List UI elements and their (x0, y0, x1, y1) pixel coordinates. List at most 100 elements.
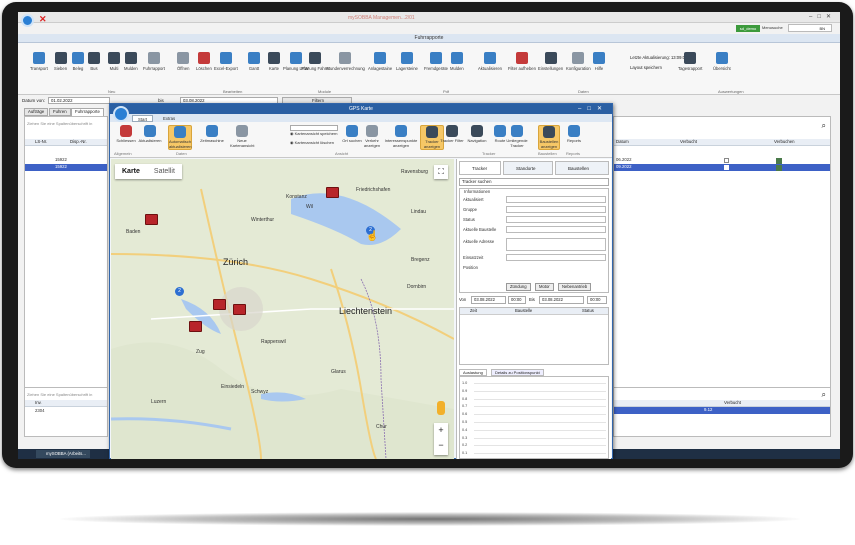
tracker-marker[interactable] (326, 187, 339, 198)
gps-ribbon-button-15[interactable]: Baustellen anzeigen (538, 125, 560, 151)
info-field-input[interactable] (506, 196, 606, 203)
info-field-input[interactable] (506, 226, 606, 233)
tab-extras[interactable]: Extras (158, 115, 180, 122)
col-datum[interactable]: Datum (616, 139, 629, 145)
ribbon-button-17[interactable]: Fremdgeräte (424, 52, 448, 71)
gps-ribbon-button-11[interactable]: Tracker Filter (440, 125, 464, 144)
col-inv[interactable]: Inv. (35, 400, 42, 406)
ribbon-button-6[interactable]: Fuhrrapport (143, 52, 165, 71)
gps-ribbon-button-16[interactable]: Reports (562, 125, 586, 144)
zoom-control[interactable]: + − (434, 423, 448, 455)
tracker-marker[interactable] (189, 321, 202, 332)
layout-save-link[interactable]: Layout speichern (630, 65, 662, 70)
col-disp-nr[interactable]: Disp.-Nr. (70, 139, 87, 145)
gps-logo-icon[interactable] (113, 106, 129, 122)
map-type-satellit[interactable]: Satellit (147, 164, 182, 179)
ribbon-button-19[interactable]: Aktualisieren (478, 52, 502, 71)
tab-auftraege[interactable]: Aufträge (24, 108, 49, 116)
ribbon-button-4[interactable]: Multi (108, 52, 120, 71)
search-icon[interactable]: ⌕ (822, 121, 826, 131)
col-verbucht[interactable]: Verbucht (724, 400, 741, 406)
gps-ribbon-button-9[interactable]: Interessenspunkte anzeigen (384, 125, 418, 148)
col-verbucht[interactable]: Verbucht (680, 139, 697, 145)
tracker-cluster[interactable]: 2 (175, 287, 184, 296)
ribbon-button-7[interactable]: Öffnen (177, 52, 190, 71)
ribbon-button-20[interactable]: Filter aufheben (508, 52, 536, 71)
motor-button[interactable]: Motor (535, 283, 554, 291)
map-view[interactable]: Karte Satellit ⛶ + − Zürich Liechtenstein W… (111, 159, 454, 459)
tracker-marker[interactable] (145, 214, 158, 225)
tab-fuhrrapporte[interactable]: Fuhrrapporte (71, 108, 104, 116)
tab-start[interactable]: Start (132, 115, 154, 122)
map-type-toggle[interactable]: Karte Satellit (115, 164, 182, 179)
tab-tracker[interactable]: Tracker (459, 161, 501, 175)
ribbon-button-1[interactable]: Sieben (54, 52, 67, 71)
tab-fuhren[interactable]: Fuhren (49, 108, 71, 116)
table-row-selected[interactable]: 9.12 (614, 407, 830, 414)
gps-ribbon-button-1[interactable]: Aktualisieren (138, 125, 162, 144)
ribbon-button-21[interactable]: Einstellungen (538, 52, 563, 71)
zoom-in-icon[interactable]: + (434, 423, 448, 438)
info-field-input[interactable] (506, 206, 606, 213)
table-row[interactable]: 06.2022 (614, 157, 830, 164)
bis-time-input[interactable]: 00:00 (587, 296, 607, 304)
von-date-input[interactable]: 03.08.2022 (471, 296, 506, 304)
taskbar-app-item[interactable]: mySOBBA (Arbeits... (36, 450, 90, 458)
ribbon-button-16[interactable]: Lagersteine (396, 52, 418, 71)
tab-positionspunkt[interactable]: Details zu Positionspunkt (491, 369, 544, 376)
ribbon-button-2[interactable]: Beleg (72, 52, 84, 71)
window-controls[interactable]: –□✕ (809, 13, 836, 20)
ribbon-button-22[interactable]: Konfiguration (566, 52, 591, 71)
search-icon[interactable]: ⌕ (822, 390, 826, 400)
app-logo-icon[interactable] (21, 14, 34, 27)
date-from-input[interactable]: 01.02.2022 (48, 97, 110, 104)
tracker-marker[interactable] (213, 299, 226, 310)
verbucht-checkbox[interactable] (724, 158, 729, 163)
pegman-icon[interactable] (437, 401, 445, 415)
tracker-marker[interactable] (233, 304, 246, 315)
info-field-input[interactable] (506, 216, 606, 223)
table-row-selected[interactable]: 09.2022 (614, 164, 830, 171)
ribbon-button-25[interactable]: Übersicht (713, 52, 731, 71)
gps-ribbon-button-5[interactable]: ◉ Kartenansicht speichern (290, 131, 338, 137)
fullscreen-icon[interactable]: ⛶ (434, 165, 448, 179)
ribbon-button-8[interactable]: Löschen (196, 52, 212, 71)
tab-baustellen[interactable]: Baustellen (555, 161, 609, 175)
book-icon[interactable] (776, 165, 782, 171)
info-field-input[interactable] (506, 254, 606, 261)
gps-ribbon-button-3[interactable]: Zeitmaschine (200, 125, 224, 144)
gps-ribbon-button-0[interactable]: Schliessen (114, 125, 138, 144)
table-row[interactable]: 15922 (25, 157, 107, 164)
pto-button[interactable]: Nebenantrieb (558, 283, 592, 291)
von-time-input[interactable]: 00:00 (508, 296, 526, 304)
ribbon-button-23[interactable]: Hilfe (593, 52, 605, 71)
table-row-selected[interactable]: 15922 (25, 164, 107, 171)
ribbon-button-0[interactable]: Transport (30, 52, 48, 71)
bottom-row-value[interactable]: 2304 (35, 408, 45, 414)
tab-auslastung[interactable]: Auslastung (459, 369, 487, 376)
col-ls-nr[interactable]: LS-Nr. (35, 139, 47, 145)
ribbon-button-11[interactable]: Karte (268, 52, 280, 71)
col-status[interactable]: Status (582, 308, 594, 314)
map-type-karte[interactable]: Karte (115, 164, 147, 179)
gps-ribbon-button-4[interactable]: Neue Kartenansicht (230, 125, 254, 148)
ribbon-button-3[interactable]: Bus (88, 52, 100, 71)
verbucht-checkbox[interactable] (724, 165, 729, 170)
window-controls[interactable]: –□✕ (578, 104, 608, 114)
ribbon-button-9[interactable]: Excel-Export (214, 52, 238, 71)
tracker-search-select[interactable]: Tracker suchen (459, 178, 609, 186)
col-verbuchen[interactable]: Verbuchen (774, 139, 795, 145)
ribbon-button-15[interactable]: Anlagestaine (368, 52, 392, 71)
ignition-button[interactable]: Zündung (506, 283, 531, 291)
zoom-out-icon[interactable]: − (434, 438, 448, 453)
ribbon-button-24[interactable]: Tagesrapport (678, 52, 702, 71)
col-zeit[interactable]: Zeit (470, 308, 477, 314)
ribbon-button-5[interactable]: Mulden (124, 52, 138, 71)
col-baustelle[interactable]: Baustelle (515, 308, 532, 314)
bis-date-input[interactable]: 03.08.2022 (539, 296, 584, 304)
info-field-input[interactable] (506, 238, 606, 251)
ribbon-button-14[interactable]: Stundenverrechnung (326, 52, 365, 71)
ribbon-button-10[interactable]: Gantt (248, 52, 260, 71)
menu-search-input[interactable]: BN (788, 24, 832, 32)
ribbon-button-18[interactable]: Mulden (450, 52, 464, 71)
